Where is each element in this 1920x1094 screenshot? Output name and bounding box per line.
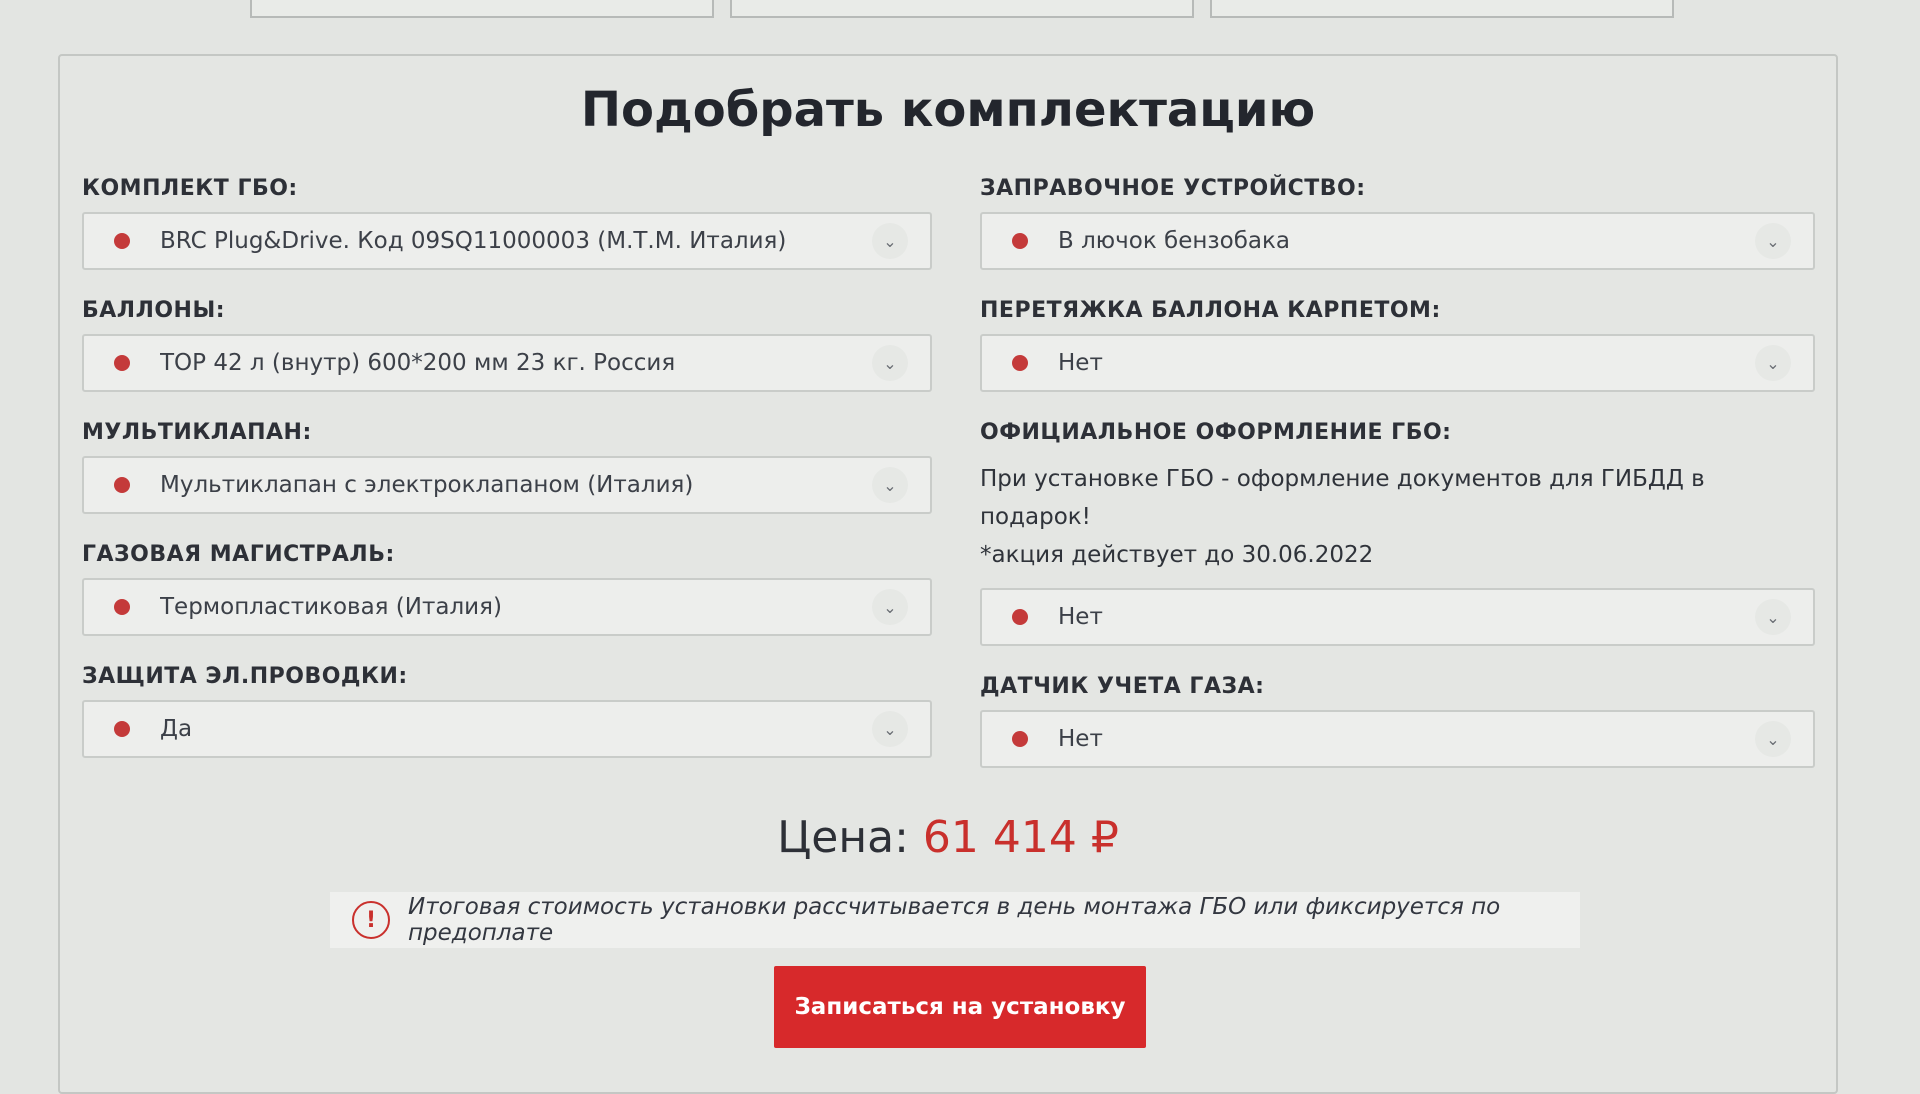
field-label: ГАЗОВАЯ МАГИСТРАЛЬ: bbox=[82, 542, 395, 567]
field-label: ОФИЦИАЛЬНОЕ ОФОРМЛЕНИЕ ГБО: bbox=[980, 420, 1452, 445]
bullet-icon bbox=[114, 721, 130, 737]
field-label: БАЛЛОНЫ: bbox=[82, 298, 226, 323]
chevron-down-icon[interactable]: ⌄ bbox=[1755, 721, 1791, 757]
field-label: ЗАПРАВОЧНОЕ УСТРОЙСТВО: bbox=[980, 176, 1366, 201]
bullet-icon bbox=[114, 355, 130, 371]
price-label: Цена: bbox=[777, 812, 909, 863]
top-tab-3[interactable] bbox=[1210, 0, 1674, 18]
top-tabs bbox=[250, 0, 1674, 18]
select-value: Нет bbox=[1058, 350, 1103, 376]
select-value: BRC Plug&Drive. Код 09SQ11000003 (М.Т.М.… bbox=[160, 228, 787, 254]
gas-sensor-select[interactable]: Нет ⌄ bbox=[980, 710, 1815, 768]
bullet-icon bbox=[1012, 233, 1028, 249]
field-refuel-device: ЗАПРАВОЧНОЕ УСТРОЙСТВО: В лючок бензобак… bbox=[980, 166, 1815, 270]
page-title: Подобрать комплектацию bbox=[580, 82, 1316, 138]
bullet-icon bbox=[1012, 355, 1028, 371]
promo-text: При установке ГБО - оформление документо… bbox=[980, 460, 1815, 574]
bullet-icon bbox=[114, 233, 130, 249]
promo-deadline: *акция действует до 30.06.2022 bbox=[980, 542, 1374, 568]
chevron-down-icon[interactable]: ⌄ bbox=[1755, 223, 1791, 259]
chevron-down-icon[interactable]: ⌄ bbox=[872, 467, 908, 503]
bullet-icon bbox=[114, 477, 130, 493]
multivalve-select[interactable]: Мультиклапан с электроклапаном (Италия) … bbox=[82, 456, 932, 514]
field-carpet: ПЕРЕТЯЖКА БАЛЛОНА КАРПЕТОМ: Нет ⌄ bbox=[980, 288, 1815, 392]
select-value: В лючок бензобака bbox=[1058, 228, 1290, 254]
field-label: ЗАЩИТА ЭЛ.ПРОВОДКИ: bbox=[82, 664, 408, 689]
configurator-card: Подобрать комплектацию КОМПЛЕКТ ГБО: BRC… bbox=[58, 54, 1838, 1094]
price-amount: 61 414 ₽ bbox=[922, 812, 1119, 863]
bullet-icon bbox=[1012, 731, 1028, 747]
field-gas-line: ГАЗОВАЯ МАГИСТРАЛЬ: Термопластиковая (Ит… bbox=[82, 532, 932, 636]
select-value: Нет bbox=[1058, 726, 1103, 752]
field-gas-sensor: ДАТЧИК УЧЕТА ГАЗА: Нет ⌄ bbox=[980, 664, 1815, 768]
field-gbo-kit: КОМПЛЕКТ ГБО: BRC Plug&Drive. Код 09SQ11… bbox=[82, 166, 932, 270]
bullet-icon bbox=[114, 599, 130, 615]
wiring-protection-select[interactable]: Да ⌄ bbox=[82, 700, 932, 758]
field-label: КОМПЛЕКТ ГБО: bbox=[82, 176, 298, 201]
select-value: Мультиклапан с электроклапаном (Италия) bbox=[160, 472, 694, 498]
chevron-down-icon[interactable]: ⌄ bbox=[1755, 599, 1791, 635]
chevron-down-icon[interactable]: ⌄ bbox=[1755, 345, 1791, 381]
field-label: ПЕРЕТЯЖКА БАЛЛОНА КАРПЕТОМ: bbox=[980, 298, 1441, 323]
field-label: МУЛЬТИКЛАПАН: bbox=[82, 420, 312, 445]
select-value: Нет bbox=[1058, 604, 1103, 630]
field-official-registration: ОФИЦИАЛЬНОЕ ОФОРМЛЕНИЕ ГБО: При установк… bbox=[980, 410, 1815, 646]
chevron-down-icon[interactable]: ⌄ bbox=[872, 711, 908, 747]
promo-line: При установке ГБО - оформление документо… bbox=[980, 466, 1705, 530]
warning-icon: ! bbox=[352, 901, 390, 939]
select-value: Термопластиковая (Италия) bbox=[160, 594, 502, 620]
top-tab-1[interactable] bbox=[250, 0, 714, 18]
field-label: ДАТЧИК УЧЕТА ГАЗА: bbox=[980, 674, 1265, 699]
gbo-kit-select[interactable]: BRC Plug&Drive. Код 09SQ11000003 (М.Т.М.… bbox=[82, 212, 932, 270]
left-column: КОМПЛЕКТ ГБО: BRC Plug&Drive. Код 09SQ11… bbox=[82, 166, 932, 776]
book-installation-button[interactable]: Записаться на установку bbox=[774, 966, 1146, 1048]
carpet-select[interactable]: Нет ⌄ bbox=[980, 334, 1815, 392]
price-display: Цена: 61 414 ₽ bbox=[60, 812, 1836, 863]
select-value: Да bbox=[160, 716, 193, 742]
field-cylinders: БАЛЛОНЫ: TOP 42 л (внутр) 600*200 мм 23 … bbox=[82, 288, 932, 392]
refuel-device-select[interactable]: В лючок бензобака ⌄ bbox=[980, 212, 1815, 270]
select-value: TOP 42 л (внутр) 600*200 мм 23 кг. Росси… bbox=[160, 350, 676, 376]
chevron-down-icon[interactable]: ⌄ bbox=[872, 589, 908, 625]
field-wiring-protection: ЗАЩИТА ЭЛ.ПРОВОДКИ: Да ⌄ bbox=[82, 654, 932, 758]
gas-line-select[interactable]: Термопластиковая (Италия) ⌄ bbox=[82, 578, 932, 636]
price-notice: ! Итоговая стоимость установки рассчитыв… bbox=[330, 892, 1580, 948]
chevron-down-icon[interactable]: ⌄ bbox=[872, 223, 908, 259]
chevron-down-icon[interactable]: ⌄ bbox=[872, 345, 908, 381]
right-column: ЗАПРАВОЧНОЕ УСТРОЙСТВО: В лючок бензобак… bbox=[980, 166, 1815, 786]
bullet-icon bbox=[1012, 609, 1028, 625]
official-registration-select[interactable]: Нет ⌄ bbox=[980, 588, 1815, 646]
field-multivalve: МУЛЬТИКЛАПАН: Мультиклапан с электроклап… bbox=[82, 410, 932, 514]
top-tab-2[interactable] bbox=[730, 0, 1194, 18]
notice-text: Итоговая стоимость установки рассчитывае… bbox=[408, 894, 1501, 946]
cylinders-select[interactable]: TOP 42 л (внутр) 600*200 мм 23 кг. Росси… bbox=[82, 334, 932, 392]
